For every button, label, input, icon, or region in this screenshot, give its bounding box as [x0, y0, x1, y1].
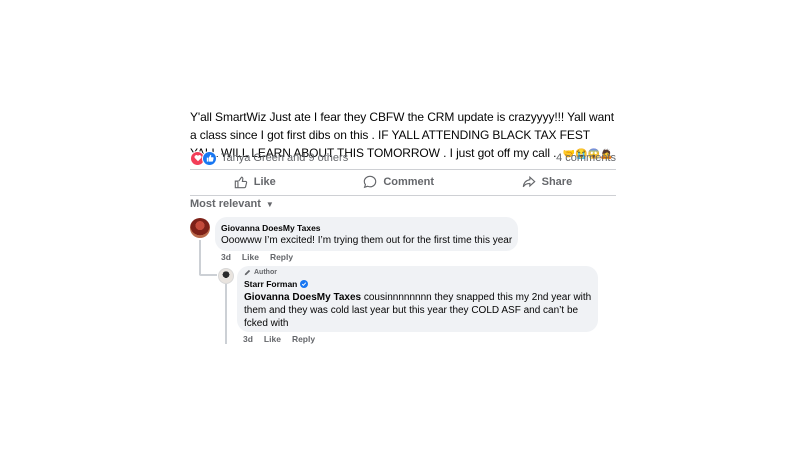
sort-label: Most relevant	[190, 198, 261, 210]
reactions-summary: Tanya Green and 9 others 4 comments	[190, 150, 616, 166]
reply-time[interactable]: 3d	[243, 334, 253, 344]
thumbs-up-icon	[234, 176, 247, 189]
reply-text-block: Giovanna DoesMy Taxes cousinnnnnnnn they…	[244, 291, 594, 330]
reply-bubble: Author Starr Forman Giovanna DoesMy Taxe…	[237, 266, 598, 332]
avatar[interactable]	[218, 268, 234, 284]
reaction-names[interactable]: Tanya Green and 9 others	[221, 152, 348, 164]
comment-button[interactable]: Comment	[363, 175, 434, 189]
comment-text: Ooowww I’m excited! I’m trying them out …	[221, 235, 513, 246]
comment-sort-dropdown[interactable]: Most relevant ▼	[190, 198, 274, 210]
reply-reply-button[interactable]: Reply	[292, 334, 315, 344]
comment-bubble: Giovanna DoesMy Taxes Ooowww I’m excited…	[215, 217, 518, 251]
post-actions: Like Comment Share	[190, 170, 616, 194]
comment-count[interactable]: 4 comments	[556, 152, 616, 164]
reply-author[interactable]: Starr Forman	[244, 279, 297, 289]
share-icon	[522, 175, 536, 188]
like-button[interactable]: Like	[234, 175, 276, 189]
thread-line-horizontal	[199, 274, 217, 276]
divider-bottom	[190, 195, 616, 196]
thread-line-reply	[225, 284, 227, 344]
comment-button-label: Comment	[383, 176, 435, 188]
share-button-label: Share	[541, 176, 573, 188]
comment-author[interactable]: Giovanna DoesMy Taxes	[221, 223, 321, 233]
thread-line-vertical	[199, 240, 201, 275]
like-button-label: Like	[253, 176, 276, 188]
pencil-icon	[244, 269, 251, 276]
comment-icon	[364, 175, 377, 189]
verified-badge-icon	[300, 280, 309, 288]
reply-meta: 3d Like Reply	[243, 334, 315, 344]
comment-time[interactable]: 3d	[221, 252, 231, 262]
avatar[interactable]	[190, 218, 210, 238]
reply-like-button[interactable]: Like	[264, 334, 281, 344]
share-button[interactable]: Share	[522, 175, 573, 189]
like-reaction-icon	[202, 150, 217, 166]
comment-reply-button[interactable]: Reply	[270, 252, 293, 262]
reply-mention[interactable]: Giovanna DoesMy Taxes	[244, 292, 361, 303]
comment-meta: 3d Like Reply	[221, 252, 293, 262]
reply-author-row: Starr Forman	[244, 279, 309, 289]
caret-down-icon: ▼	[265, 199, 274, 209]
comment-like-button[interactable]: Like	[242, 252, 259, 262]
reactions-left[interactable]: Tanya Green and 9 others	[190, 150, 348, 166]
author-badge: Author	[244, 269, 277, 276]
author-badge-label: Author	[254, 269, 277, 276]
